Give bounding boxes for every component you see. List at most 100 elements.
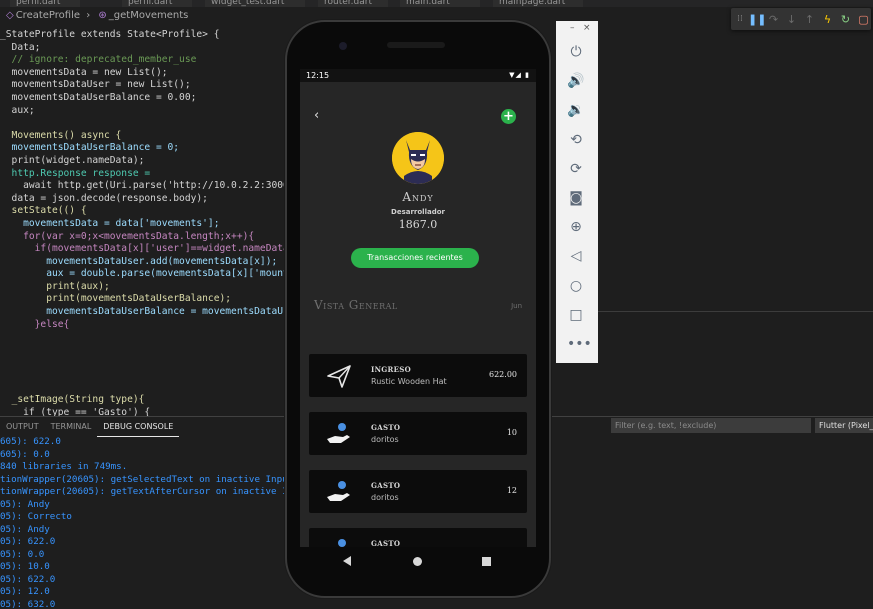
camera-icon[interactable]: ◙ — [567, 189, 585, 207]
minimize-icon[interactable]: – — [570, 23, 575, 33]
transaction-amount: 622.00 — [489, 370, 517, 379]
code-line: if(movementsData[x]['user']==widget.name… — [0, 243, 290, 255]
console-filter-input[interactable]: Filter (e.g. text, !exclude) — [611, 418, 811, 433]
code-line: print(widget.nameData); — [0, 154, 145, 166]
code-line: print(movementsDataUserBalance); — [0, 293, 232, 305]
tab-terminal[interactable]: TERMINAL — [45, 417, 98, 437]
back-icon[interactable]: ◁ — [567, 247, 585, 265]
overview-month: Jun — [511, 302, 522, 310]
transaction-card[interactable]: INGRESO Rustic Wooden Hat 622.00 — [309, 354, 527, 397]
console-line: 05): Correcto — [0, 511, 72, 522]
emulator-controls: – × ⏻ 🔊 🔉 ⟲ ⟳ ◙ ⊕ ◁ ○ □ ••• — [556, 21, 598, 363]
code-line: movementsData = data['movements']; — [0, 217, 220, 229]
step-into-icon[interactable]: ↓ — [784, 12, 799, 27]
nav-back-icon[interactable] — [343, 556, 351, 566]
hot-reload-icon[interactable]: ϟ — [820, 12, 835, 27]
rotate-right-icon[interactable]: ⟳ — [567, 160, 585, 178]
batman-avatar-icon — [392, 132, 444, 184]
code-line: movementsData = new List(); — [0, 66, 168, 78]
console-line: tionWrapper(20605): getTextAfterCursor o… — [0, 486, 290, 497]
back-arrow-icon[interactable]: ‹ — [314, 108, 319, 123]
console-line: 05): 10.0 — [0, 561, 50, 572]
step-out-icon[interactable]: ↑ — [802, 12, 817, 27]
restart-icon[interactable]: ↻ — [838, 12, 853, 27]
more-icon[interactable]: ••• — [567, 335, 592, 353]
console-line: 05): 622.0 — [0, 573, 56, 585]
code-line: _setImage(String type){ — [0, 394, 145, 406]
code-line: movementsDataUserBalance = movementsData… — [46, 306, 290, 318]
code-line: // ignore: deprecated_member_use — [0, 54, 197, 66]
step-over-icon[interactable]: ↷ — [766, 12, 781, 27]
console-line: 05): Andy — [0, 498, 50, 510]
breadcrumb-separator-icon: › — [86, 10, 91, 21]
editor-tab[interactable]: mainpage.dart — [493, 0, 583, 7]
code-line: await http.get(Uri.parse('http://10.0.2.… — [23, 180, 290, 192]
panel-tabs: OUTPUT TERMINAL DEBUG CONSOLE — [0, 417, 180, 437]
transaction-description: doritos — [371, 435, 399, 444]
phone-emulator: 12:15 ▼◢ ▮ ‹ + Andy Desarrollador 1867.0 — [285, 20, 551, 598]
code-line: setState(() { — [0, 205, 87, 217]
console-line: 05): 622.0 — [0, 536, 56, 547]
earpiece-speaker — [387, 42, 445, 48]
volume-down-icon[interactable]: 🔉 — [567, 101, 585, 119]
class-icon: ◇ — [6, 10, 14, 21]
nav-recent-icon[interactable] — [482, 557, 491, 566]
editor-tab[interactable]: perfil.dart — [122, 0, 192, 7]
zoom-icon[interactable]: ⊕ — [567, 218, 585, 236]
profile-role: Desarrollador — [391, 208, 445, 216]
code-line: print(aux); — [0, 280, 110, 292]
tab-output[interactable]: OUTPUT — [0, 417, 45, 437]
rotate-left-icon[interactable]: ⟲ — [567, 131, 585, 149]
code-line: movementsDataUser.add(movementsData[x]); — [0, 255, 278, 267]
transaction-type: GASTO — [371, 481, 401, 490]
transaction-card[interactable]: GASTO — [309, 528, 527, 547]
pause-icon[interactable]: ❚❚ — [748, 12, 766, 27]
code-line: movementsDataUserBalance = 0; — [0, 142, 180, 154]
transaction-card[interactable]: GASTO doritos 10 — [309, 412, 527, 455]
stop-icon[interactable]: ▢ — [856, 12, 871, 27]
console-line: 605): 622.0 — [0, 436, 61, 447]
breadcrumb-method[interactable]: _getMovements — [109, 10, 189, 21]
power-icon[interactable]: ⏻ — [567, 43, 585, 61]
breadcrumb-class[interactable]: CreateProfile — [16, 10, 80, 21]
code-line: http.Response response = — [0, 167, 151, 179]
editor-tab[interactable]: widget_test.dart — [205, 0, 305, 7]
volume-up-icon[interactable]: 🔊 — [567, 72, 585, 90]
console-line: 840 libraries in 749ms. — [0, 461, 128, 472]
grip-icon[interactable]: ⁞⁞ — [735, 12, 745, 27]
divider — [598, 311, 873, 312]
hand-coin-icon — [338, 539, 346, 547]
console-line: 05): 12.0 — [0, 586, 50, 597]
close-icon[interactable]: × — [583, 23, 591, 33]
editor-tab[interactable]: router.dart — [318, 0, 388, 7]
editor-tab[interactable]: perfil.dart — [10, 0, 80, 7]
flutter-device-select[interactable]: Flutter (Pixel_3 — [815, 418, 873, 433]
transaction-type: INGRESO — [371, 365, 412, 374]
tab-debug-console[interactable]: DEBUG CONSOLE — [97, 417, 180, 437]
transaction-amount: 10 — [506, 428, 517, 437]
transaction-type: GASTO — [371, 539, 401, 547]
code-line: Movements() async { — [0, 129, 122, 141]
editor-tab[interactable]: main.dart — [400, 0, 480, 7]
recent-transactions-button[interactable]: Transacciones recientes — [351, 248, 479, 268]
phone-screen: 12:15 ▼◢ ▮ ‹ + Andy Desarrollador 1867.0 — [300, 69, 536, 547]
code-line: aux; — [0, 104, 35, 116]
nav-home-icon[interactable] — [413, 557, 422, 566]
add-transaction-button[interactable]: + — [501, 109, 516, 124]
console-line: 05): 0.0 — [0, 548, 45, 560]
hand-coin-icon — [327, 423, 350, 443]
overview-icon[interactable]: □ — [567, 306, 585, 324]
console-line: 05): 632.0 — [0, 598, 56, 609]
status-icons: ▼◢ ▮ — [509, 71, 530, 79]
editor-tab-bar: perfil.dart perfil.dart widget_test.dart… — [0, 0, 873, 7]
avatar — [392, 132, 444, 184]
method-icon: ⊛ — [98, 10, 107, 21]
transaction-card[interactable]: GASTO doritos 12 — [309, 470, 527, 513]
home-icon[interactable]: ○ — [567, 277, 585, 295]
code-line: movementsDataUserBalance = 0.00; — [0, 91, 197, 103]
console-line: 05): Andy — [0, 523, 50, 535]
